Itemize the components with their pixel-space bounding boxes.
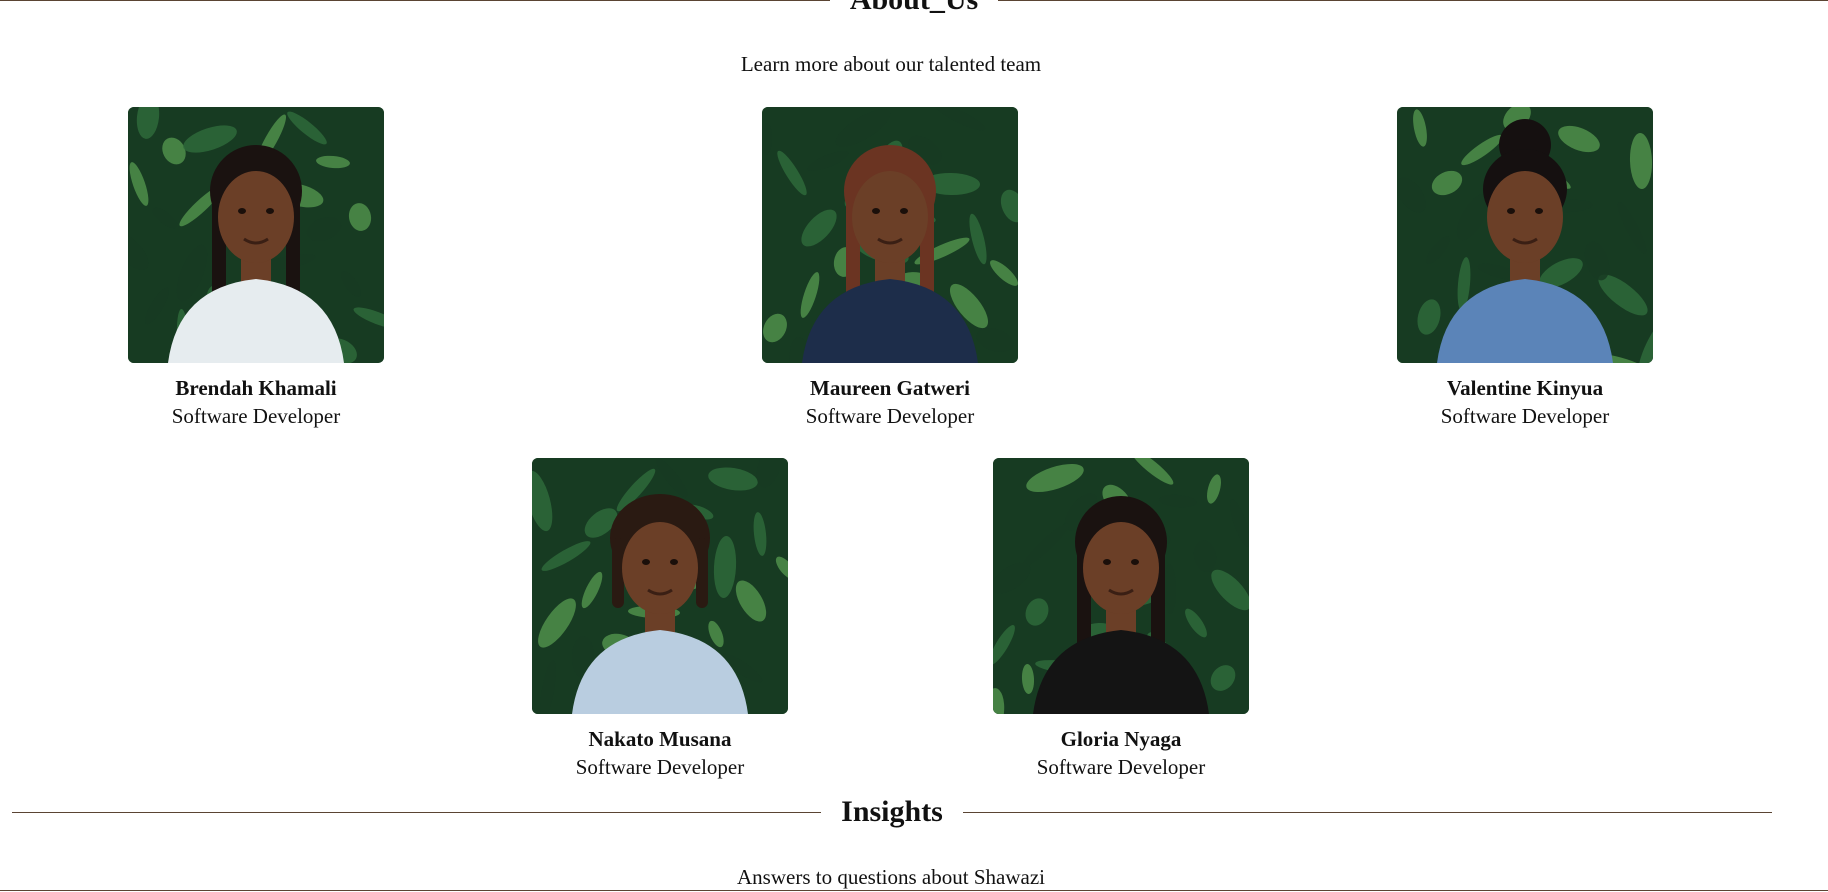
- heading-divider-left: [12, 811, 822, 813]
- heading-divider-right: [962, 811, 1772, 813]
- team-member-name: Brendah Khamali: [175, 376, 337, 400]
- team-member-card: Brendah Khamali Software Developer: [96, 107, 416, 431]
- team-member-photo: [128, 107, 384, 363]
- team-member-photo: [993, 458, 1249, 714]
- team-member-card: Gloria Nyaga Software Developer: [961, 458, 1281, 782]
- team-member-role: Software Developer: [1036, 755, 1206, 779]
- team-member-role: Software Developer: [805, 404, 975, 428]
- insights-section-heading: Insights: [12, 795, 1772, 829]
- insights-subtitle: Answers to questions about Shawazi: [737, 865, 1045, 889]
- page-bottom-divider: [0, 890, 1828, 891]
- heading-divider-left: [0, 0, 830, 1]
- team-member-name: Nakato Musana: [588, 727, 732, 751]
- team-member-name: Valentine Kinyua: [1446, 376, 1604, 400]
- team-member-name: Maureen Gatweri: [810, 376, 970, 400]
- team-member-photo: [532, 458, 788, 714]
- team-member-photo: [762, 107, 1018, 363]
- team-member-photo: [1397, 107, 1653, 363]
- insights-title: Insights: [841, 795, 943, 828]
- team-member-card: Valentine Kinyua Software Developer: [1365, 107, 1685, 431]
- heading-divider-right: [998, 0, 1828, 1]
- about-title: About_Us: [830, 0, 998, 17]
- team-member-card: Nakato Musana Software Developer: [500, 458, 820, 782]
- about-subtitle: Learn more about our talented team: [740, 52, 1042, 76]
- team-member-role: Software Developer: [1440, 404, 1610, 428]
- about-section-heading: About_Us: [0, 0, 1828, 17]
- team-member-name: Gloria Nyaga: [1060, 727, 1182, 751]
- team-member-card: Maureen Gatweri Software Developer: [730, 107, 1050, 431]
- team-member-role: Software Developer: [171, 404, 341, 428]
- team-member-role: Software Developer: [575, 755, 745, 779]
